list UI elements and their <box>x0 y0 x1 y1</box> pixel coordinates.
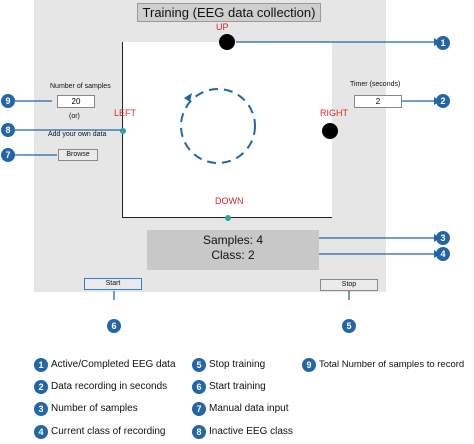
callout-2: 2 <box>436 94 450 108</box>
legend-badge: 6 <box>192 380 206 394</box>
samples-label: Number of samples <box>50 83 111 90</box>
callout-9: 9 <box>1 94 15 108</box>
left-inactive-marker <box>120 128 126 134</box>
label-up: UP <box>216 22 229 32</box>
callout-3: 3 <box>436 231 450 245</box>
callout-8: 8 <box>1 123 15 137</box>
callout-6: 6 <box>107 319 121 333</box>
up-class-marker <box>219 34 235 50</box>
legend-text: Stop training <box>209 359 266 370</box>
legend-badge: 4 <box>34 425 48 439</box>
timer-label: Timer (seconds) <box>350 81 401 88</box>
legend-text: Current class of recording <box>51 426 166 437</box>
samples-count-text: Samples: 4 <box>202 233 264 247</box>
legend-text: Number of samples <box>51 403 138 414</box>
legend-text: Inactive EEG class <box>209 426 293 437</box>
right-class-marker <box>322 123 338 139</box>
legend-text: Data recording in seconds <box>51 381 168 392</box>
timer-input[interactable]: 2 <box>354 95 402 108</box>
down-inactive-marker <box>225 215 231 221</box>
legend-text: Total Number of samples to record <box>319 359 465 370</box>
legend-text: Manual data input <box>209 403 289 414</box>
rotation-circle <box>180 88 256 164</box>
stop-button[interactable]: Stop <box>320 279 378 291</box>
legend-badge: 5 <box>192 358 206 372</box>
callout-7: 7 <box>1 148 15 162</box>
class-text: Class: 2 <box>211 248 255 262</box>
legend-text: Start training <box>209 381 266 392</box>
legend-badge: 2 <box>34 380 48 394</box>
callout-1: 1 <box>436 36 450 50</box>
browse-button[interactable]: Browse <box>58 149 98 161</box>
label-down: DOWN <box>215 196 244 206</box>
or-label: (or) <box>69 113 80 120</box>
add-data-label: Add your own data <box>48 131 107 138</box>
legend-text: Active/Completed EEG data <box>51 359 176 370</box>
legend-badge: 8 <box>192 425 206 439</box>
legend-badge: 1 <box>34 358 48 372</box>
label-left: LEFT <box>114 108 137 118</box>
label-right: RIGHT <box>320 108 348 118</box>
status-box: Samples: 4 Class: 2 <box>147 230 319 270</box>
legend-badge: 7 <box>192 402 206 416</box>
legend-badge: 9 <box>302 358 316 372</box>
callout-5: 5 <box>342 319 356 333</box>
callout-4: 4 <box>436 247 450 261</box>
legend-badge: 3 <box>34 402 48 416</box>
start-button[interactable]: Start <box>84 278 142 290</box>
samples-input[interactable]: 20 <box>57 95 95 108</box>
